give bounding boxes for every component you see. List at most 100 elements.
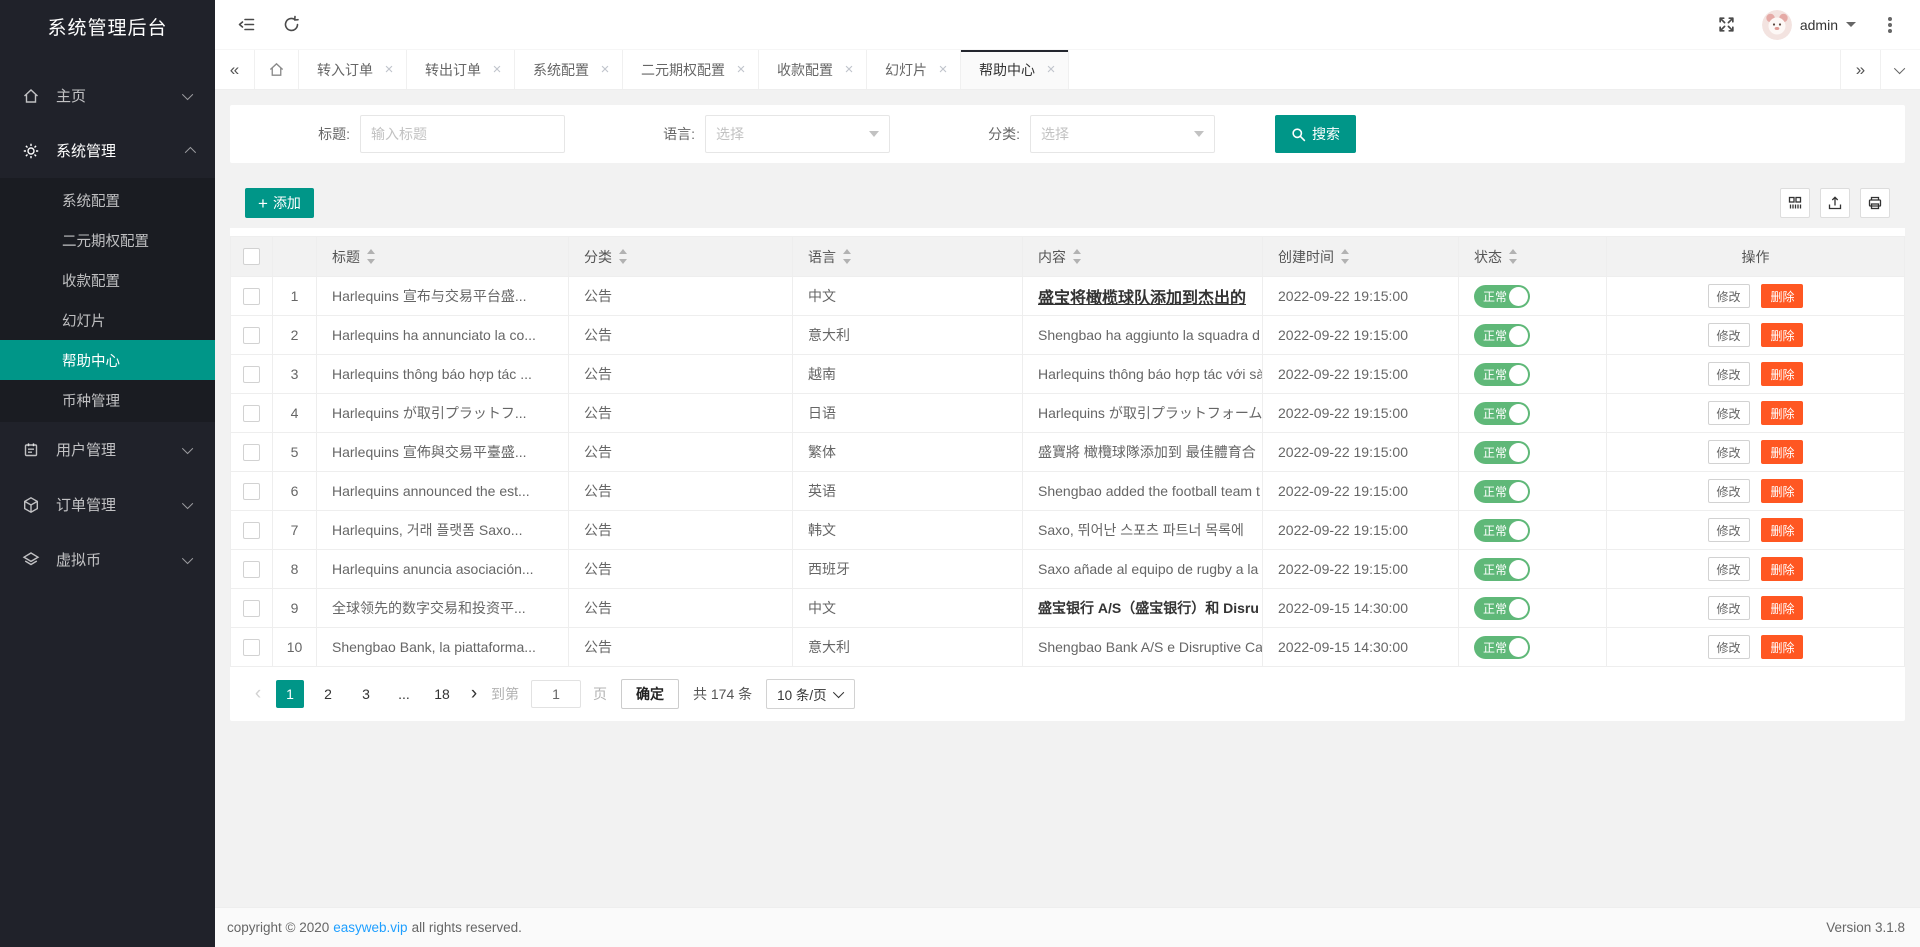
print-button[interactable] bbox=[1860, 188, 1890, 218]
delete-button[interactable]: 删除 bbox=[1761, 323, 1803, 347]
row-checkbox[interactable] bbox=[243, 639, 260, 656]
sidebar-item-crypto[interactable]: 虚拟币 bbox=[0, 532, 215, 587]
row-checkbox[interactable] bbox=[243, 483, 260, 500]
page-number[interactable]: 18 bbox=[428, 680, 456, 708]
edit-button[interactable]: 修改 bbox=[1708, 362, 1750, 386]
sidebar-subitem[interactable]: 帮助中心 bbox=[0, 340, 215, 380]
delete-button[interactable]: 删除 bbox=[1761, 401, 1803, 425]
sort-icon[interactable] bbox=[1341, 249, 1350, 264]
close-icon[interactable] bbox=[490, 61, 504, 78]
status-toggle[interactable]: 正常 bbox=[1474, 285, 1530, 308]
sidebar-item-home[interactable]: 主页 bbox=[0, 68, 215, 123]
page-number[interactable]: 1 bbox=[276, 680, 304, 708]
delete-button[interactable]: 删除 bbox=[1761, 479, 1803, 503]
row-checkbox[interactable] bbox=[243, 405, 260, 422]
row-checkbox[interactable] bbox=[243, 444, 260, 461]
row-checkbox[interactable] bbox=[243, 561, 260, 578]
prev-page-button[interactable] bbox=[245, 680, 271, 708]
status-toggle[interactable]: 正常 bbox=[1474, 558, 1530, 581]
tab[interactable]: 帮助中心 bbox=[961, 50, 1069, 89]
status-toggle[interactable]: 正常 bbox=[1474, 324, 1530, 347]
sidebar-subitem[interactable]: 收款配置 bbox=[0, 260, 215, 300]
close-icon[interactable] bbox=[382, 61, 396, 78]
columns-toggle-button[interactable] bbox=[1780, 188, 1810, 218]
title-filter-input[interactable] bbox=[360, 115, 565, 153]
row-checkbox[interactable] bbox=[243, 366, 260, 383]
status-toggle[interactable]: 正常 bbox=[1474, 636, 1530, 659]
select-all-checkbox[interactable] bbox=[243, 248, 260, 265]
row-checkbox[interactable] bbox=[243, 288, 260, 305]
delete-button[interactable]: 删除 bbox=[1761, 518, 1803, 542]
language-filter-select[interactable]: 选择 bbox=[705, 115, 890, 153]
sidebar-subitem[interactable]: 系统配置 bbox=[0, 180, 215, 220]
tab[interactable]: 二元期权配置 bbox=[623, 50, 759, 89]
close-icon[interactable] bbox=[598, 61, 612, 78]
sort-icon[interactable] bbox=[1509, 249, 1518, 264]
row-checkbox[interactable] bbox=[243, 522, 260, 539]
status-toggle[interactable]: 正常 bbox=[1474, 441, 1530, 464]
delete-button[interactable]: 删除 bbox=[1761, 635, 1803, 659]
fullscreen-icon[interactable] bbox=[1717, 15, 1736, 34]
delete-button[interactable]: 删除 bbox=[1761, 596, 1803, 620]
row-checkbox[interactable] bbox=[243, 327, 260, 344]
tab[interactable]: 收款配置 bbox=[759, 50, 867, 89]
jump-confirm-button[interactable]: 确定 bbox=[621, 679, 679, 709]
tab[interactable]: 转出订单 bbox=[407, 50, 515, 89]
tab-home[interactable] bbox=[255, 50, 299, 89]
sidebar-subitem[interactable]: 币种管理 bbox=[0, 380, 215, 420]
delete-button[interactable]: 删除 bbox=[1761, 362, 1803, 386]
tabs-dropdown[interactable] bbox=[1880, 50, 1920, 89]
export-button[interactable] bbox=[1820, 188, 1850, 218]
menu-collapse-icon[interactable] bbox=[237, 15, 256, 34]
kebab-menu-icon[interactable] bbox=[1888, 23, 1892, 27]
sort-icon[interactable] bbox=[1073, 249, 1082, 264]
close-icon[interactable] bbox=[1044, 61, 1058, 78]
edit-button[interactable]: 修改 bbox=[1708, 518, 1750, 542]
tab[interactable]: 幻灯片 bbox=[867, 50, 961, 89]
copyright-link[interactable]: easyweb.vip bbox=[333, 920, 407, 935]
status-toggle[interactable]: 正常 bbox=[1474, 480, 1530, 503]
status-toggle[interactable]: 正常 bbox=[1474, 363, 1530, 386]
delete-button[interactable]: 删除 bbox=[1761, 557, 1803, 581]
refresh-icon[interactable] bbox=[282, 15, 301, 34]
page-number[interactable]: 2 bbox=[314, 680, 342, 708]
page-number[interactable]: 3 bbox=[352, 680, 380, 708]
next-page-button[interactable] bbox=[461, 680, 487, 708]
page-jump-input[interactable] bbox=[531, 680, 581, 708]
edit-button[interactable]: 修改 bbox=[1708, 401, 1750, 425]
sidebar-item-orders[interactable]: 订单管理 bbox=[0, 477, 215, 532]
add-button[interactable]: 添加 bbox=[245, 188, 314, 218]
close-icon[interactable] bbox=[842, 61, 856, 78]
delete-button[interactable]: 删除 bbox=[1761, 440, 1803, 464]
status-toggle[interactable]: 正常 bbox=[1474, 402, 1530, 425]
close-icon[interactable] bbox=[936, 61, 950, 78]
search-button[interactable]: 搜索 bbox=[1275, 115, 1356, 153]
edit-button[interactable]: 修改 bbox=[1708, 479, 1750, 503]
page-number[interactable]: ... bbox=[390, 680, 418, 708]
tab[interactable]: 系统配置 bbox=[515, 50, 623, 89]
tab[interactable]: 转入订单 bbox=[299, 50, 407, 89]
category-filter-select[interactable]: 选择 bbox=[1030, 115, 1215, 153]
sidebar-subitem[interactable]: 二元期权配置 bbox=[0, 220, 215, 260]
status-toggle[interactable]: 正常 bbox=[1474, 519, 1530, 542]
edit-button[interactable]: 修改 bbox=[1708, 557, 1750, 581]
status-toggle[interactable]: 正常 bbox=[1474, 597, 1530, 620]
user-menu[interactable]: admin bbox=[1762, 10, 1856, 40]
edit-button[interactable]: 修改 bbox=[1708, 284, 1750, 308]
sidebar-subitem[interactable]: 幻灯片 bbox=[0, 300, 215, 340]
tabs-scroll-right[interactable] bbox=[1840, 50, 1880, 89]
edit-button[interactable]: 修改 bbox=[1708, 323, 1750, 347]
delete-button[interactable]: 删除 bbox=[1761, 284, 1803, 308]
sort-icon[interactable] bbox=[367, 249, 376, 264]
sort-icon[interactable] bbox=[843, 249, 852, 264]
tabs-scroll-left[interactable] bbox=[215, 50, 255, 89]
sidebar-item-system[interactable]: 系统管理 bbox=[0, 123, 215, 178]
edit-button[interactable]: 修改 bbox=[1708, 440, 1750, 464]
sidebar-item-users[interactable]: 用户管理 bbox=[0, 422, 215, 477]
edit-button[interactable]: 修改 bbox=[1708, 596, 1750, 620]
page-size-select[interactable]: 10 条/页 bbox=[766, 679, 855, 709]
close-icon[interactable] bbox=[734, 61, 748, 78]
edit-button[interactable]: 修改 bbox=[1708, 635, 1750, 659]
sort-icon[interactable] bbox=[619, 249, 628, 264]
row-checkbox[interactable] bbox=[243, 600, 260, 617]
